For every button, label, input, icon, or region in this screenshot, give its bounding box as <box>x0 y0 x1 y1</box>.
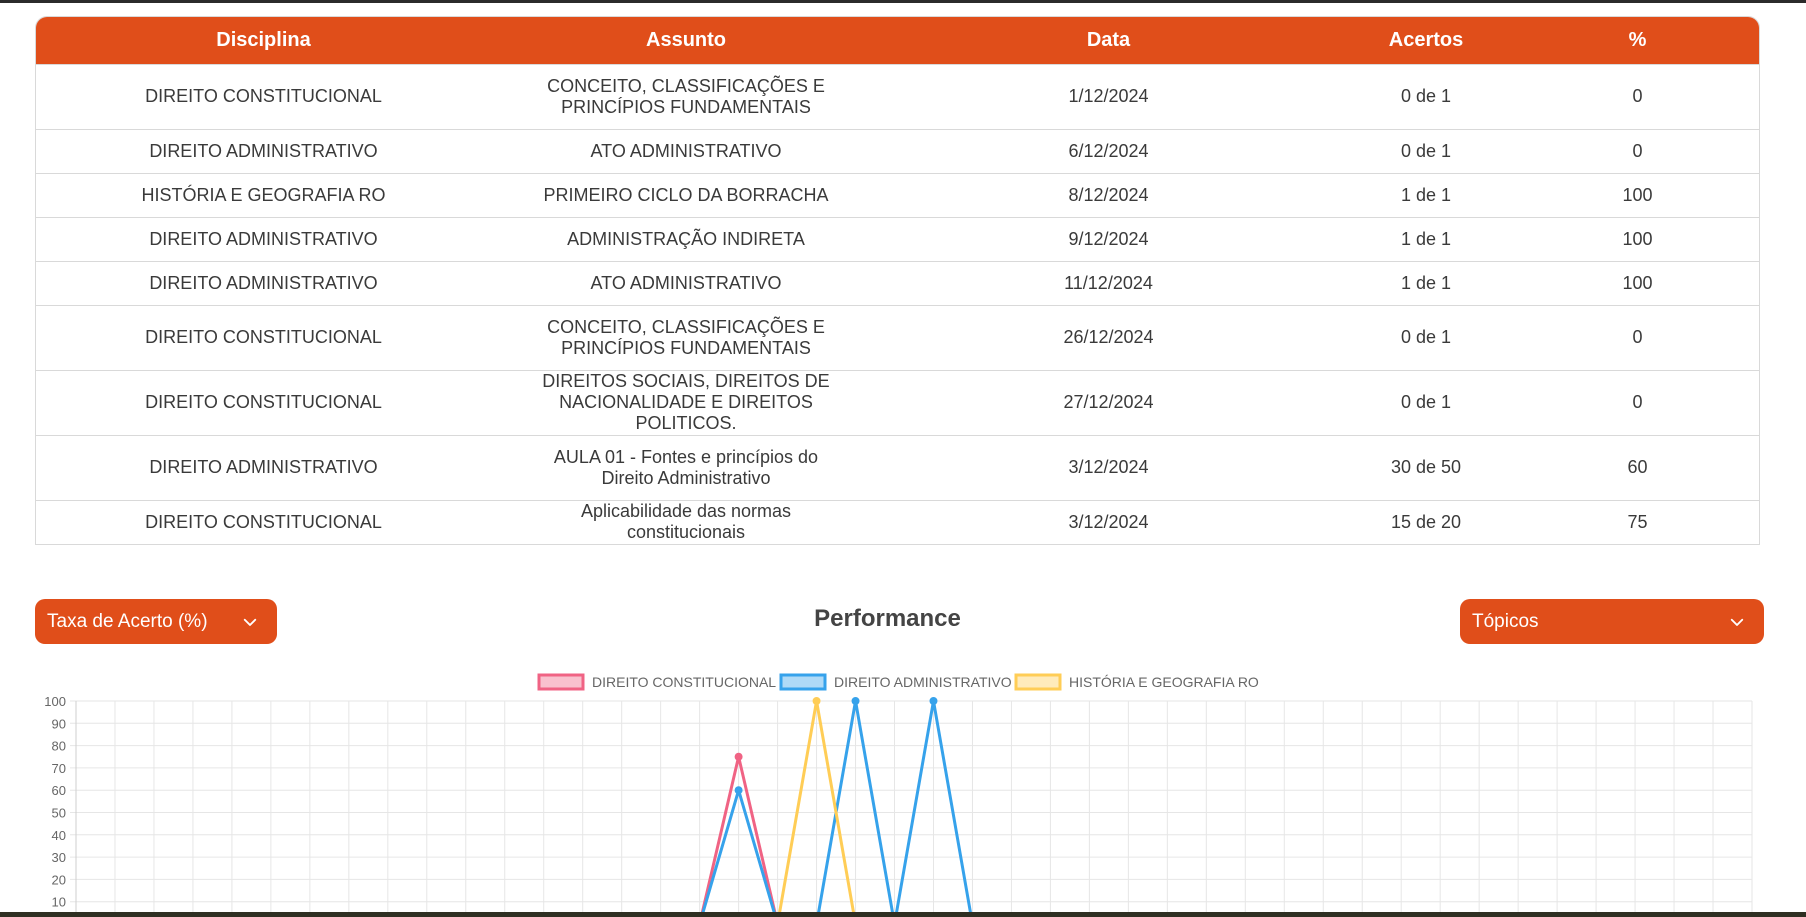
y-tick-label: 80 <box>52 739 66 754</box>
cell-acertos: 1 de 1 <box>1336 260 1516 305</box>
cell-percent: 0 <box>1516 304 1759 370</box>
cell-disciplina: DIREITO CONSTITUCIONAL <box>36 369 491 435</box>
performance-chart: 10 20 30 40 50 60 70 80 90 100 DIREITO CONSTITUCIO… <box>44 673 1753 912</box>
cell-disciplina: DIREITO CONSTITUCIONAL <box>36 499 491 544</box>
cell-percent: 100 <box>1516 260 1759 305</box>
cell-disciplina: DIREITO ADMINISTRATIVO <box>36 128 491 173</box>
data-point <box>734 786 743 795</box>
table-row: HISTÓRIA E GEOGRAFIA RO PRIMEIRO CICLO D… <box>36 172 1759 217</box>
table-row: DIREITO ADMINISTRATIVO ADMINISTRAÇÃO IND… <box>36 216 1759 261</box>
grouping-dropdown-label: Tópicos <box>1472 610 1539 632</box>
cell-acertos: 1 de 1 <box>1336 172 1516 217</box>
cell-assunto: ADMINISTRAÇÃO INDIRETA <box>491 216 881 261</box>
cell-acertos: 0 de 1 <box>1336 369 1516 435</box>
legend-swatch <box>1014 673 1062 691</box>
cell-assunto: AULA 01 - Fontes e princípios do Direito… <box>491 434 881 500</box>
y-tick-label: 10 <box>52 895 66 910</box>
chevron-down-icon <box>243 618 257 626</box>
cell-percent: 0 <box>1516 369 1759 435</box>
cell-disciplina: HISTÓRIA E GEOGRAFIA RO <box>36 172 491 217</box>
chevron-down-icon <box>1730 618 1744 626</box>
table-row: DIREITO CONSTITUCIONAL Aplicabilidade da… <box>36 499 1759 544</box>
table-header-row: Disciplina Assunto Data Acertos % <box>36 17 1759 64</box>
header-assunto[interactable]: Assunto <box>491 17 881 64</box>
cell-disciplina: DIREITO ADMINISTRATIVO <box>36 434 491 500</box>
performance-title: Performance <box>814 605 961 632</box>
legend-swatch <box>779 673 827 691</box>
table-row: DIREITO CONSTITUCIONAL CONCEITO, CLASSIF… <box>36 63 1759 129</box>
y-tick-label: 60 <box>52 783 66 798</box>
y-tick-label: 20 <box>52 872 66 887</box>
cell-data: 3/12/2024 <box>881 434 1336 500</box>
cell-disciplina: DIREITO ADMINISTRATIVO <box>36 260 491 305</box>
cell-acertos: 15 de 20 <box>1336 499 1516 544</box>
cell-data: 26/12/2024 <box>881 304 1336 370</box>
cell-acertos: 0 de 1 <box>1336 63 1516 129</box>
cell-assunto: ATO ADMINISTRATIVO <box>491 260 881 305</box>
cell-acertos: 0 de 1 <box>1336 128 1516 173</box>
cell-assunto: CONCEITO, CLASSIFICAÇÕES E PRINCÍPIOS FU… <box>491 304 881 370</box>
table-row: DIREITO ADMINISTRATIVO ATO ADMINISTRATIV… <box>36 260 1759 305</box>
cell-data: 9/12/2024 <box>881 216 1336 261</box>
header-data[interactable]: Data <box>881 17 1336 64</box>
results-table: Disciplina Assunto Data Acertos % DIREIT… <box>35 16 1760 545</box>
cell-assunto: DIREITOS SOCIAIS, DIREITOS DE NACIONALID… <box>491 369 881 435</box>
top-border <box>0 0 1806 3</box>
y-tick-label: 30 <box>52 850 66 865</box>
cell-data: 27/12/2024 <box>881 369 1336 435</box>
cell-assunto: ATO ADMINISTRATIVO <box>491 128 881 173</box>
legend-label: DIREITO CONSTITUCIONAL <box>592 674 776 690</box>
cell-data: 11/12/2024 <box>881 260 1336 305</box>
data-point <box>929 697 938 705</box>
y-tick-label: 90 <box>52 716 66 731</box>
legend-label: HISTÓRIA E GEOGRAFIA RO <box>1069 674 1259 690</box>
cell-percent: 75 <box>1516 499 1759 544</box>
grouping-dropdown[interactable]: Tópicos <box>1460 599 1764 644</box>
cell-acertos: 30 de 50 <box>1336 434 1516 500</box>
cell-assunto: Aplicabilidade das normas constitucionai… <box>491 499 881 544</box>
header-acertos[interactable]: Acertos <box>1336 17 1516 64</box>
cell-percent: 100 <box>1516 172 1759 217</box>
cell-data: 1/12/2024 <box>881 63 1336 129</box>
table-row: DIREITO ADMINISTRATIVO AULA 01 - Fontes … <box>36 434 1759 500</box>
y-tick-label: 40 <box>52 828 66 843</box>
metric-dropdown[interactable]: Taxa de Acerto (%) <box>35 599 277 644</box>
cell-assunto: CONCEITO, CLASSIFICAÇÕES E PRINCÍPIOS FU… <box>491 63 881 129</box>
cell-percent: 100 <box>1516 216 1759 261</box>
cell-acertos: 0 de 1 <box>1336 304 1516 370</box>
cell-percent: 0 <box>1516 128 1759 173</box>
legend-label: DIREITO ADMINISTRATIVO <box>834 674 1012 690</box>
table-row: DIREITO CONSTITUCIONAL CONCEITO, CLASSIF… <box>36 304 1759 370</box>
bottom-border <box>0 912 1806 917</box>
cell-assunto: PRIMEIRO CICLO DA BORRACHA <box>491 172 881 217</box>
y-tick-label: 70 <box>52 761 66 776</box>
y-tick-label: 100 <box>44 694 66 709</box>
cell-disciplina: DIREITO CONSTITUCIONAL <box>36 63 491 129</box>
header-percent[interactable]: % <box>1516 17 1759 64</box>
y-tick-label: 50 <box>52 806 66 821</box>
header-disciplina[interactable]: Disciplina <box>36 17 491 64</box>
data-point <box>734 752 743 761</box>
data-point <box>812 697 821 705</box>
cell-data: 6/12/2024 <box>881 128 1336 173</box>
cell-percent: 0 <box>1516 63 1759 129</box>
cell-acertos: 1 de 1 <box>1336 216 1516 261</box>
cell-disciplina: DIREITO CONSTITUCIONAL <box>36 304 491 370</box>
table-row: DIREITO ADMINISTRATIVO ATO ADMINISTRATIV… <box>36 128 1759 173</box>
legend-swatch <box>537 673 585 691</box>
cell-data: 3/12/2024 <box>881 499 1336 544</box>
cell-disciplina: DIREITO ADMINISTRATIVO <box>36 216 491 261</box>
cell-percent: 60 <box>1516 434 1759 500</box>
cell-data: 8/12/2024 <box>881 172 1336 217</box>
metric-dropdown-label: Taxa de Acerto (%) <box>47 610 208 632</box>
data-point <box>851 697 860 705</box>
table-row: DIREITO CONSTITUCIONAL DIREITOS SOCIAIS,… <box>36 369 1759 435</box>
